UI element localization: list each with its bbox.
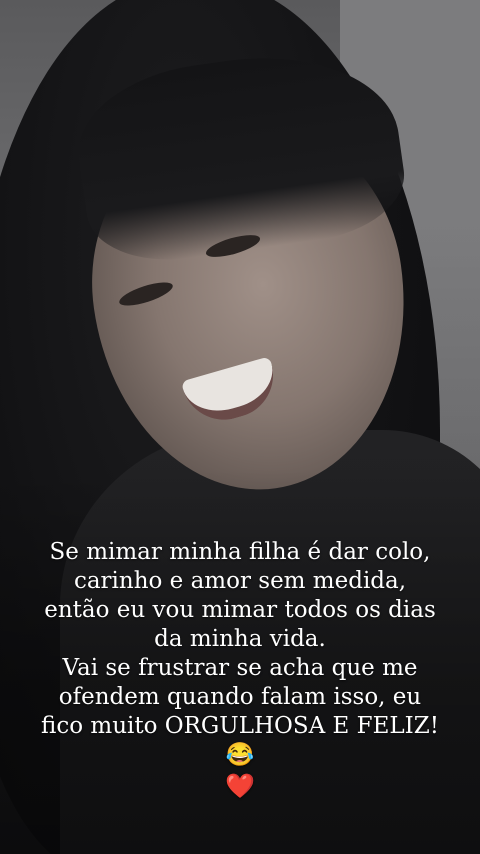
heart-emoji: ❤️	[225, 772, 255, 800]
story-view: Se mimar minha filha é dar colo, carinho…	[0, 0, 480, 854]
caption-paragraph-1: Se mimar minha filha é dar colo, carinho…	[44, 539, 436, 652]
caption-paragraph-2: Vai se frustrar se acha que me ofendem q…	[41, 655, 439, 768]
story-caption: Se mimar minha filha é dar colo, carinho…	[40, 538, 440, 801]
